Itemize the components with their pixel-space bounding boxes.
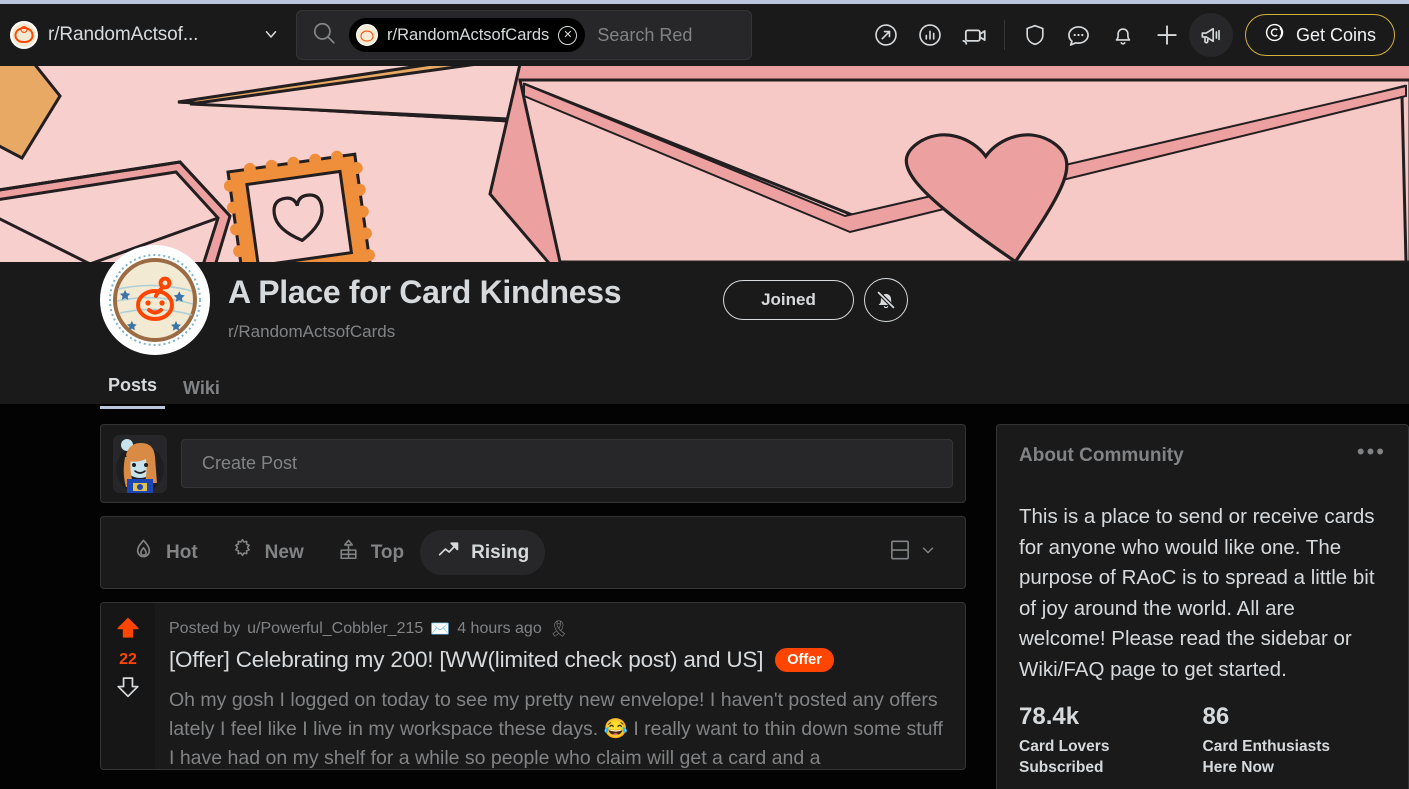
- search-bar[interactable]: r/RandomActsofCards ✕ Search Red: [296, 10, 752, 60]
- get-coins-button[interactable]: Get Coins: [1244, 14, 1395, 56]
- envelope-emoji: ✉️: [430, 621, 451, 638]
- post-text-line1: Oh my gosh I logged on today to see my p…: [169, 689, 884, 711]
- community-handle: r/RandomActsofCards: [228, 322, 396, 342]
- sort-rising-label: Rising: [471, 541, 530, 563]
- community-banner: [0, 66, 1409, 262]
- banner-artwork: [0, 66, 1409, 262]
- bell-muted-icon[interactable]: [864, 278, 908, 322]
- chevron-down-icon: [919, 541, 937, 564]
- post-meta: Posted by u/Powerful_Cobbler_215 ✉️ 4 ho…: [169, 619, 951, 639]
- stat-online: 86 Card Enthusiasts Here Now: [1203, 703, 1387, 778]
- post-text: Oh my gosh I logged on today to see my p…: [169, 686, 951, 769]
- stat-subscribers-label-line2: Subscribed: [1019, 759, 1104, 776]
- page-title: A Place for Card Kindness: [228, 274, 622, 310]
- about-community-stats: 78.4k Card Lovers Subscribed 86 Card Ent…: [1019, 703, 1386, 778]
- nav-divider: [1003, 20, 1005, 50]
- post-body: Posted by u/Powerful_Cobbler_215 ✉️ 4 ho…: [155, 603, 965, 769]
- stat-subscribers-label: Card Lovers Subscribed: [1019, 736, 1203, 778]
- create-post-bar[interactable]: Create Post: [100, 424, 966, 503]
- stat-online-value: 86: [1202, 703, 1230, 730]
- reddit-live-icon[interactable]: [952, 13, 996, 57]
- flame-icon: [131, 537, 156, 568]
- post-author[interactable]: u/Powerful_Cobbler_215: [247, 620, 423, 638]
- podium-icon: [336, 537, 361, 568]
- create-post-placeholder: Create Post: [202, 453, 298, 473]
- advertise-icon[interactable]: [864, 13, 908, 57]
- post-timestamp: 4 hours ago: [457, 620, 542, 637]
- post-title[interactable]: [Offer] Celebrating my 200! [WW(limited …: [169, 647, 763, 673]
- popular-icon[interactable]: [908, 13, 952, 57]
- stat-online-label-line1: Card Enthusiasts: [1202, 738, 1330, 755]
- about-community-title: About Community: [1019, 445, 1184, 466]
- sort-new-button[interactable]: New: [214, 530, 320, 575]
- coin-icon: [1264, 21, 1287, 49]
- view-toggle[interactable]: [887, 537, 951, 568]
- vote-column: 22: [101, 603, 155, 769]
- sort-hot-label: Hot: [166, 541, 198, 563]
- post-meta-prefix: Posted by: [169, 620, 241, 637]
- subreddit-switcher-label: r/RandomActsof...: [48, 24, 199, 45]
- vote-count: 22: [119, 651, 137, 668]
- downvote-arrow-icon[interactable]: [115, 674, 141, 705]
- trending-up-icon: [436, 537, 461, 568]
- post-text-line2b: I really want to thin down: [633, 718, 848, 740]
- create-post-input[interactable]: Create Post: [181, 439, 953, 488]
- tab-posts[interactable]: Posts: [100, 369, 166, 409]
- tab-wiki[interactable]: Wiki: [175, 372, 228, 409]
- post-title-row: [Offer] Celebrating my 200! [WW(limited …: [169, 647, 951, 673]
- about-community-description: This is a place to send or receive cards…: [1019, 505, 1375, 681]
- sidebar-column: About Community ••• This is a place to s…: [996, 424, 1409, 789]
- avatar[interactable]: [113, 434, 167, 493]
- ribbon-emoji: 🎗: [548, 621, 570, 638]
- search-chip-subreddit-icon: [356, 24, 378, 46]
- announcements-icon[interactable]: [1188, 13, 1233, 57]
- community-tabs: Posts Wiki: [100, 369, 228, 409]
- joy-emoji: 😂: [603, 718, 628, 740]
- about-community-header: About Community •••: [1019, 440, 1386, 467]
- subreddit-stamp-icon[interactable]: [100, 245, 210, 355]
- mod-shield-icon[interactable]: [1013, 13, 1057, 57]
- stat-online-label: Card Enthusiasts Here Now: [1203, 736, 1387, 778]
- stat-subscribers-label-line1: Card Lovers: [1019, 738, 1110, 755]
- card-view-icon: [887, 537, 913, 568]
- search-chip-label: r/RandomActsofCards: [387, 25, 550, 44]
- stat-subscribers: 78.4k Card Lovers Subscribed: [1019, 703, 1203, 778]
- upvote-arrow-icon[interactable]: [115, 615, 141, 646]
- community-title-block: A Place for Card Kindness r/RandomActsof…: [228, 274, 622, 342]
- sort-top-button[interactable]: Top: [320, 530, 420, 575]
- get-coins-label: Get Coins: [1295, 24, 1376, 45]
- subreddit-switcher[interactable]: r/RandomActsof...: [0, 21, 296, 49]
- joined-button-label: Joined: [761, 290, 816, 309]
- sparkle-icon: [230, 537, 255, 568]
- clear-icon[interactable]: ✕: [558, 25, 578, 45]
- joined-button[interactable]: Joined: [723, 280, 854, 320]
- nav-icon-group: Get Coins: [864, 13, 1409, 57]
- post-flair-badge[interactable]: Offer: [775, 648, 834, 672]
- sort-top-label: Top: [370, 541, 405, 563]
- chevron-down-icon[interactable]: [262, 25, 280, 45]
- sort-rising-button[interactable]: Rising: [420, 530, 546, 575]
- chat-icon[interactable]: [1057, 13, 1101, 57]
- search-icon: [311, 20, 337, 51]
- sort-new-label: New: [264, 541, 304, 563]
- subreddit-icon: [10, 21, 38, 49]
- about-community-card: About Community ••• This is a place to s…: [996, 424, 1409, 789]
- search-input[interactable]: Search Red: [597, 25, 692, 46]
- search-scope-chip[interactable]: r/RandomActsofCards ✕: [349, 18, 586, 52]
- notifications-icon[interactable]: [1101, 13, 1145, 57]
- top-navigation-bar: r/RandomActsof... r/RandomActsofCards ✕ …: [0, 0, 1409, 66]
- post-card[interactable]: 22 Posted by u/Powerful_Cobbler_215 ✉️ 4…: [100, 602, 966, 770]
- stat-subscribers-value: 78.4k: [1019, 703, 1080, 730]
- sort-hot-button[interactable]: Hot: [115, 530, 214, 575]
- stat-online-label-line2: Here Now: [1202, 759, 1275, 776]
- overflow-menu-icon[interactable]: •••: [1357, 440, 1386, 462]
- create-post-icon[interactable]: [1145, 13, 1189, 57]
- main-content-column: Create Post Hot New Top Rising 22 Posted…: [100, 424, 966, 770]
- sort-bar: Hot New Top Rising: [100, 516, 966, 589]
